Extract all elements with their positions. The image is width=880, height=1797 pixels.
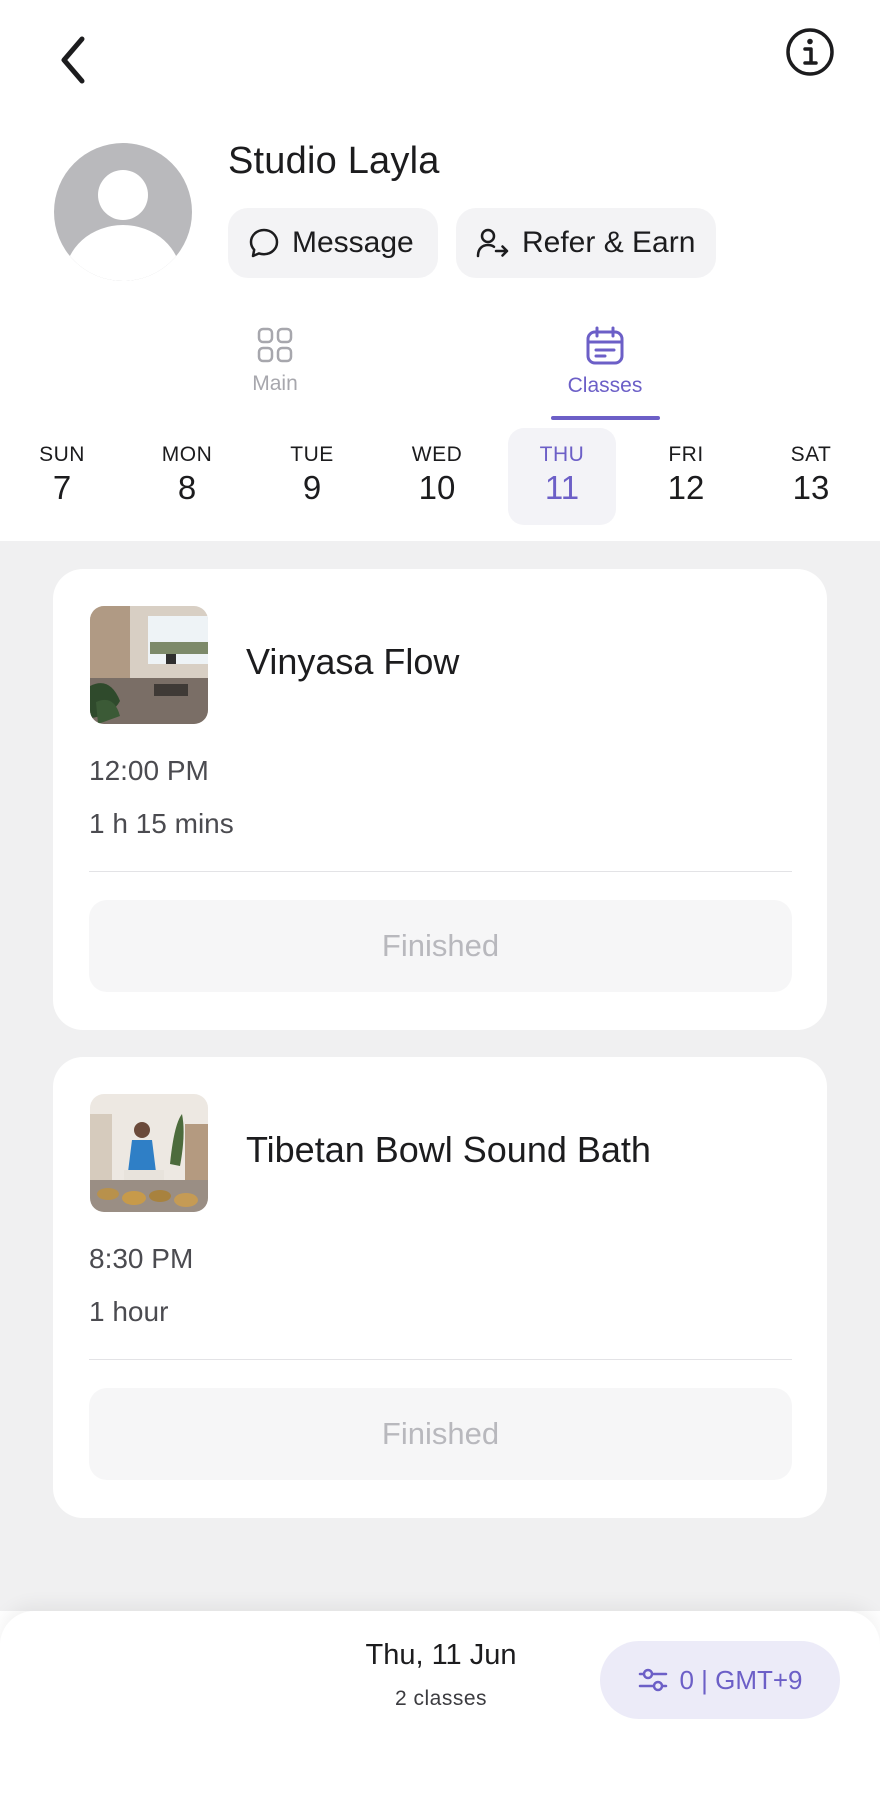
grid-icon — [257, 327, 293, 363]
chat-bubble-icon — [249, 228, 279, 258]
user-add-icon — [476, 228, 509, 258]
user-placeholder-icon — [65, 170, 181, 281]
avatar — [54, 143, 192, 281]
class-count: 2 classes — [394, 1687, 488, 1710]
day-number: 8 — [177, 469, 197, 506]
day-sun[interactable]: SUN 7 — [8, 428, 116, 525]
day-thu[interactable]: THU 11 — [508, 428, 616, 525]
day-sat[interactable]: SAT 13 — [757, 428, 865, 525]
class-thumbnail — [90, 606, 208, 724]
class-time: 8:30 PM — [89, 1243, 194, 1274]
day-name: SAT — [790, 443, 832, 466]
class-card[interactable]: Vinyasa Flow 12:00 PM 1 h 15 mins Finish… — [53, 569, 827, 1030]
bottom-bar: Thu, 11 Jun 2 classes 0 | GMT+9 — [0, 1611, 880, 1797]
class-time: 12:00 PM — [89, 755, 209, 786]
day-name: MON — [161, 443, 213, 466]
refer-label: Refer & Earn — [522, 226, 696, 259]
day-number: 7 — [52, 469, 72, 506]
day-number: 13 — [792, 469, 830, 506]
app-root: Studio Layla Message Refer & Earn Main C… — [0, 0, 880, 1797]
day-name: THU — [539, 443, 585, 466]
class-title: Vinyasa Flow — [246, 641, 460, 682]
refer-earn-button[interactable]: Refer & Earn — [456, 208, 716, 278]
class-title: Tibetan Bowl Sound Bath — [246, 1129, 651, 1170]
day-name: SUN — [39, 443, 85, 466]
timezone-label: 0 | GMT+9 — [679, 1664, 803, 1695]
back-button[interactable] — [48, 30, 98, 90]
day-number: 10 — [418, 469, 456, 506]
day-name: WED — [411, 443, 463, 466]
info-circle-icon — [786, 28, 834, 76]
class-thumbnail — [90, 1094, 208, 1212]
studio-name: Studio Layla — [228, 140, 440, 182]
tab-classes-label: Classes — [567, 374, 643, 397]
class-card[interactable]: Tibetan Bowl Sound Bath 8:30 PM 1 hour F… — [53, 1057, 827, 1518]
tab-main[interactable]: Main — [215, 326, 335, 396]
class-duration: 1 hour — [89, 1296, 169, 1327]
timezone-filter-button[interactable]: 0 | GMT+9 — [600, 1641, 840, 1719]
day-fri[interactable]: FRI 12 — [632, 428, 740, 525]
day-number: 12 — [667, 469, 705, 506]
sliders-icon — [639, 1668, 668, 1692]
class-duration: 1 h 15 mins — [89, 808, 234, 839]
day-mon[interactable]: MON 8 — [133, 428, 241, 525]
week-selector: SUN 7 MON 8 TUE 9 WED 10 THU 11 FRI 12 S… — [0, 428, 880, 540]
day-number: 9 — [302, 469, 322, 506]
message-button[interactable]: Message — [228, 208, 438, 278]
divider — [89, 871, 792, 872]
finished-button: Finished — [89, 1388, 792, 1480]
day-wed[interactable]: WED 10 — [383, 428, 491, 525]
day-number: 11 — [544, 469, 580, 506]
tab-classes[interactable]: Classes — [550, 326, 660, 398]
info-button[interactable] — [784, 26, 836, 78]
tab-main-label: Main — [252, 372, 298, 395]
message-label: Message — [292, 226, 414, 259]
calendar-icon — [586, 326, 624, 365]
chevron-left-icon — [61, 36, 85, 84]
finished-button: Finished — [89, 900, 792, 992]
day-name: TUE — [290, 443, 334, 466]
day-name: FRI — [668, 443, 704, 466]
selected-date: Thu, 11 Jun — [365, 1639, 517, 1671]
active-tab-indicator — [551, 416, 660, 420]
divider — [89, 1359, 792, 1360]
day-tue[interactable]: TUE 9 — [258, 428, 366, 525]
